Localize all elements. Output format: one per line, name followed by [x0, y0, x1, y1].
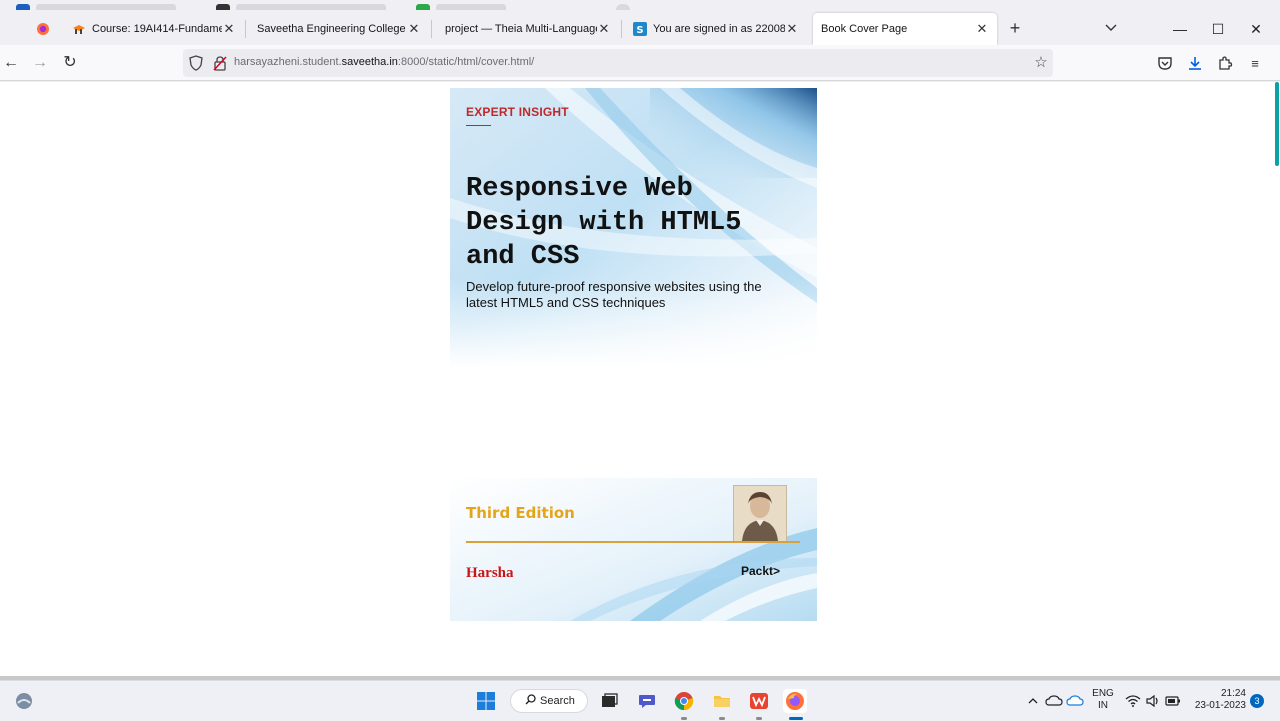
- page-viewport: EXPERT INSIGHT Responsive Web Design wit…: [0, 82, 1274, 676]
- close-tab-icon[interactable]: ✕: [785, 21, 799, 37]
- notification-count-badge[interactable]: 3: [1250, 694, 1264, 708]
- series-label: EXPERT INSIGHT: [466, 105, 569, 119]
- svg-text:S: S: [636, 25, 643, 36]
- edition-divider: [466, 541, 800, 543]
- show-hidden-icons-chevron-icon[interactable]: [1026, 689, 1040, 713]
- tab-separator: [245, 20, 246, 38]
- scrollbar-thumb[interactable]: [1275, 82, 1279, 166]
- firefox-view-icon: [36, 22, 50, 36]
- ghost-tab: [436, 4, 506, 10]
- background-window-tabs: [0, 0, 1280, 10]
- file-explorer-icon[interactable]: [710, 689, 734, 713]
- reload-icon[interactable]: ↻: [60, 53, 80, 73]
- url-prefix: harsayazheni.student.: [234, 56, 342, 68]
- extensions-puzzle-icon[interactable]: [1216, 55, 1234, 73]
- input-language[interactable]: ENG IN: [1091, 688, 1115, 712]
- tab-signed-in[interactable]: S You are signed in as 22008965 ✕: [625, 13, 807, 45]
- language-code: ENG: [1092, 688, 1114, 699]
- series-underline: [466, 125, 491, 126]
- publisher-logo: Packt>: [741, 564, 781, 578]
- taskbar-clock[interactable]: 21:24 23-01-2023: [1190, 688, 1246, 712]
- ghost-tab: [236, 4, 386, 10]
- windows-taskbar: Search ENG IN 21:24 23-01-2023 3: [0, 680, 1280, 720]
- tab-book-cover[interactable]: Book Cover Page ✕: [813, 13, 997, 45]
- s-square-icon: S: [633, 22, 647, 36]
- book-subtitle: Develop future-proof responsive websites…: [466, 279, 762, 310]
- firefox-view-button[interactable]: [28, 13, 56, 45]
- ghost-favicon: [216, 4, 230, 10]
- pocket-icon[interactable]: [1156, 55, 1174, 73]
- new-tab-button[interactable]: +: [1006, 19, 1024, 37]
- author-name: Harsha: [466, 565, 514, 581]
- onedrive-blue-cloud-icon[interactable]: [1066, 689, 1084, 713]
- minimize-icon[interactable]: —: [1168, 17, 1192, 41]
- widgets-weather-icon[interactable]: [12, 689, 36, 713]
- navigation-toolbar: ← → ↻ harsayazheni.student.saveetha.in:8…: [0, 45, 1280, 81]
- tab-label: You are signed in as 22008965: [653, 23, 785, 35]
- forward-arrow-icon[interactable]: →: [30, 53, 50, 73]
- onedrive-cloud-icon[interactable]: [1045, 689, 1063, 713]
- ghost-tab: [36, 4, 176, 10]
- taskbar-search-box[interactable]: Search: [510, 689, 588, 713]
- task-view-icon[interactable]: [597, 689, 621, 713]
- wifi-icon[interactable]: [1125, 689, 1141, 713]
- battery-icon[interactable]: [1165, 689, 1181, 713]
- close-tab-icon[interactable]: ✕: [407, 21, 421, 37]
- url-host: saveetha.in: [341, 56, 398, 68]
- ghost-favicon: [16, 4, 30, 10]
- insecure-lock-icon[interactable]: [212, 55, 228, 71]
- tab-strip: Course: 19AI414-Fundamentals ✕ Saveetha …: [0, 0, 1280, 45]
- volume-speaker-icon[interactable]: [1145, 689, 1161, 713]
- tab-label: project — Theia Multi-Language Ex: [445, 23, 597, 35]
- windows-start-icon[interactable]: [474, 689, 498, 713]
- search-icon: [525, 694, 536, 708]
- url-text[interactable]: harsayazheni.student.saveetha.in:8000/st…: [234, 56, 534, 68]
- tab-separator: [621, 20, 622, 38]
- book-title: Responsive Web Design with HTML5 and CSS: [466, 174, 742, 272]
- tab-label: Course: 19AI414-Fundamentals: [92, 23, 222, 35]
- vertical-scrollbar[interactable]: [1274, 82, 1280, 676]
- ghost-favicon: [416, 4, 430, 10]
- teams-chat-icon[interactable]: [635, 689, 659, 713]
- list-all-tabs-chevron-icon[interactable]: [1103, 19, 1119, 37]
- region-code: IN: [1098, 700, 1108, 711]
- ghost-favicon: [616, 4, 630, 10]
- downloads-icon[interactable]: [1186, 55, 1204, 73]
- maximize-icon[interactable]: ☐: [1206, 17, 1230, 41]
- wps-office-icon[interactable]: [747, 689, 771, 713]
- moodle-hat-icon: [72, 22, 86, 36]
- tab-course[interactable]: Course: 19AI414-Fundamentals ✕: [64, 13, 244, 45]
- book-cover: EXPERT INSIGHT Responsive Web Design wit…: [450, 88, 817, 621]
- address-bar[interactable]: harsayazheni.student.saveetha.in:8000/st…: [183, 49, 1053, 77]
- tab-saveetha[interactable]: Saveetha Engineering College ✕: [249, 13, 429, 45]
- firefox-taskbar-icon[interactable]: [783, 689, 807, 713]
- tab-label: Saveetha Engineering College: [257, 23, 406, 35]
- url-path: :8000/static/html/cover.html/: [397, 56, 535, 68]
- close-tab-icon[interactable]: ✕: [222, 21, 236, 37]
- close-window-icon[interactable]: ✕: [1244, 17, 1268, 41]
- tab-separator: [431, 20, 432, 38]
- hamburger-menu-icon[interactable]: ≡: [1246, 55, 1264, 73]
- author-portrait: [733, 485, 787, 542]
- clock-date: 23-01-2023: [1194, 700, 1246, 711]
- tracking-shield-icon[interactable]: [188, 55, 204, 71]
- close-tab-icon[interactable]: ✕: [597, 21, 611, 37]
- tab-label: Book Cover Page: [821, 23, 908, 35]
- back-arrow-icon[interactable]: ←: [1, 53, 21, 73]
- close-tab-icon[interactable]: ✕: [975, 21, 989, 37]
- edition-label: Third Edition: [466, 504, 575, 522]
- search-label: Search: [540, 695, 575, 707]
- bookmark-star-icon[interactable]: ☆: [1032, 54, 1050, 72]
- chrome-icon[interactable]: [672, 689, 696, 713]
- clock-time: 21:24: [1220, 688, 1246, 699]
- tab-theia-project[interactable]: project — Theia Multi-Language Ex ✕: [437, 13, 619, 45]
